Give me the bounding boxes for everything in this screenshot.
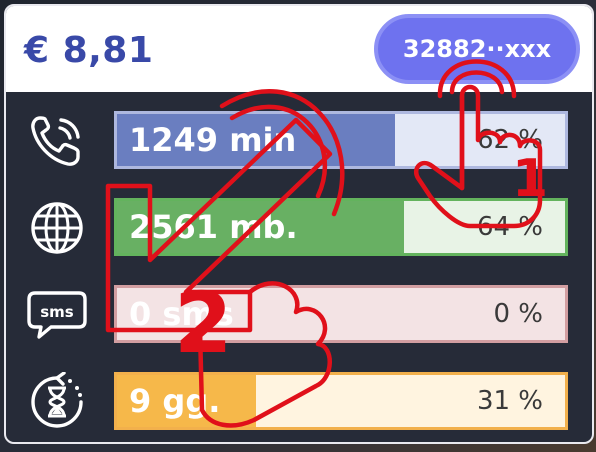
credit-balance: € 8,81: [24, 30, 154, 71]
minutes-percent: 62 %: [476, 125, 543, 155]
sms-amount: 0 sms: [129, 295, 234, 333]
sms-percent: 0 %: [493, 299, 543, 329]
hourglass-renew-icon: [24, 372, 90, 431]
data-amount: 2561 mb.: [129, 208, 298, 246]
svg-text:sms: sms: [40, 303, 74, 321]
minutes-bar: 1249 min 62 %: [114, 111, 568, 169]
data-bar: 2561 mb. 64 %: [114, 198, 568, 256]
usage-row-minutes[interactable]: 1249 min 62 %: [6, 110, 592, 172]
usage-row-days[interactable]: 9 gg. 31 %: [6, 371, 592, 433]
sms-bar: 0 sms 0 %: [114, 285, 568, 343]
usage-row-data[interactable]: 2561 mb. 64 %: [6, 197, 592, 259]
days-percent: 31 %: [476, 386, 543, 416]
globe-icon: [24, 199, 90, 257]
days-amount: 9 gg.: [129, 382, 221, 420]
usage-row-sms[interactable]: sms 0 sms 0 %: [6, 284, 592, 346]
days-bar: 9 gg. 31 %: [114, 372, 568, 430]
sms-icon: sms: [24, 286, 90, 344]
data-percent: 64 %: [476, 212, 543, 242]
phone-number-button[interactable]: 32882∙∙xxx: [374, 14, 580, 84]
minutes-amount: 1249 min: [129, 121, 297, 159]
header: € 8,81 32882∙∙xxx: [6, 6, 592, 92]
phone-icon: [24, 112, 90, 170]
balance-card: € 8,81 32882∙∙xxx 1249 min 62 % 2561 mb.…: [4, 4, 594, 444]
